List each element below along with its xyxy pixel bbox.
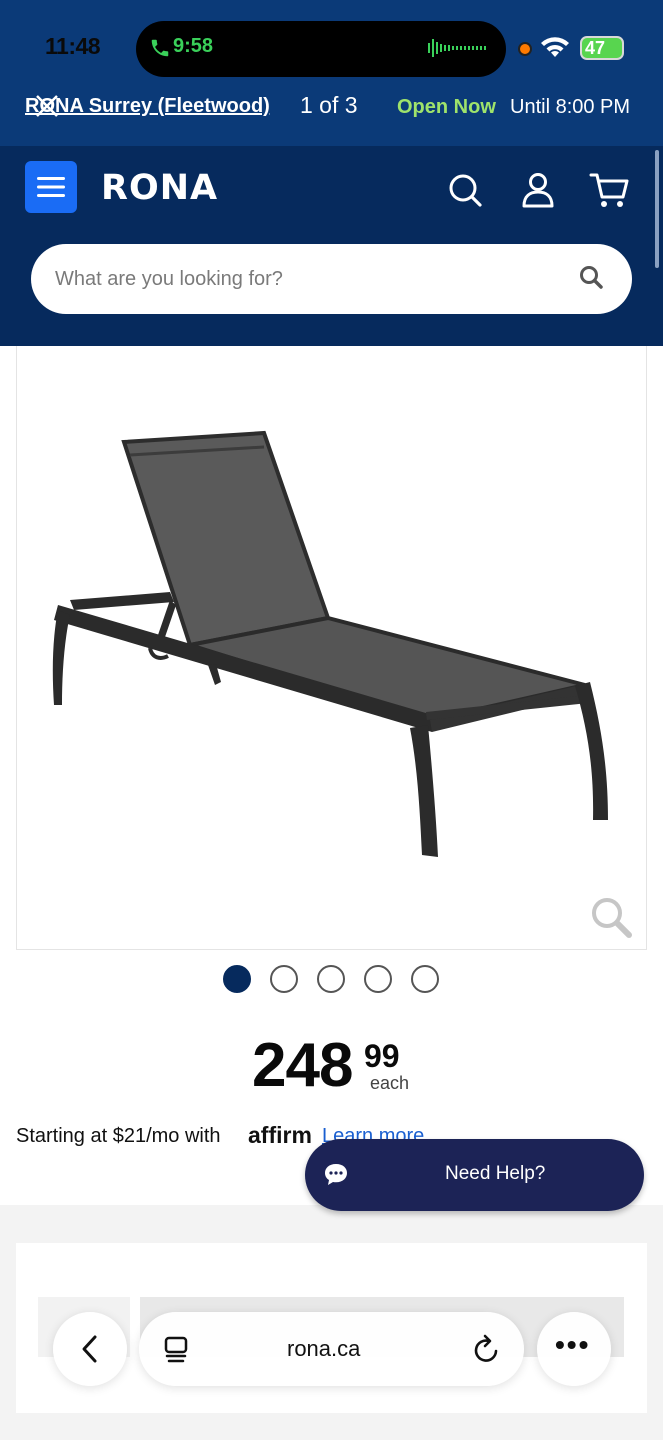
price-cents: 99 [364, 1038, 400, 1074]
account-icon[interactable] [520, 171, 556, 209]
store-count: 1 of 3 [300, 92, 358, 118]
tabs-icon[interactable] [162, 1334, 190, 1364]
store-name-link[interactable]: RONA Surrey (Fleetwood) [25, 95, 270, 118]
reload-icon[interactable] [472, 1333, 502, 1365]
chevron-left-icon [82, 1335, 97, 1363]
cart-icon[interactable] [589, 170, 631, 210]
chaise-lounge-image[interactable] [40, 420, 620, 870]
search-input[interactable] [53, 258, 557, 300]
pagination-dot[interactable] [364, 965, 392, 993]
scrollbar[interactable] [655, 150, 659, 268]
close-icon[interactable] [33, 92, 61, 120]
financing-text: Starting at $21/mo with [16, 1125, 221, 1147]
hamburger-icon [37, 177, 65, 197]
more-icon: ••• [555, 1329, 591, 1360]
zoom-icon[interactable] [589, 895, 633, 939]
store-hours: Until 8:00 PM [510, 96, 631, 118]
price-unit: each [370, 1073, 410, 1093]
phone-icon [151, 39, 169, 57]
search-icon[interactable] [446, 171, 484, 209]
need-help-label: Need Help? [445, 1163, 546, 1184]
menu-button[interactable] [25, 161, 77, 213]
pagination-dot[interactable] [317, 965, 345, 993]
audio-wave-icon [428, 39, 486, 57]
pagination-dot[interactable] [270, 965, 298, 993]
pagination-dot[interactable] [411, 965, 439, 993]
call-duration: 9:58 [173, 35, 214, 57]
wifi-icon [541, 37, 569, 57]
search-submit-icon[interactable] [578, 264, 604, 290]
pagination-dot[interactable] [223, 965, 251, 993]
chat-icon [325, 1164, 347, 1185]
rona-logo[interactable]: RONA [101, 168, 218, 208]
status-time: 11:48 [45, 33, 101, 59]
url-text[interactable]: rona.ca [287, 1336, 360, 1362]
price-dollars: 248 [252, 1031, 353, 1100]
recording-indicator [518, 42, 532, 56]
open-status: Open Now [397, 96, 496, 118]
affirm-logo: affirm [248, 1122, 312, 1148]
battery-level: 47 [585, 38, 606, 58]
